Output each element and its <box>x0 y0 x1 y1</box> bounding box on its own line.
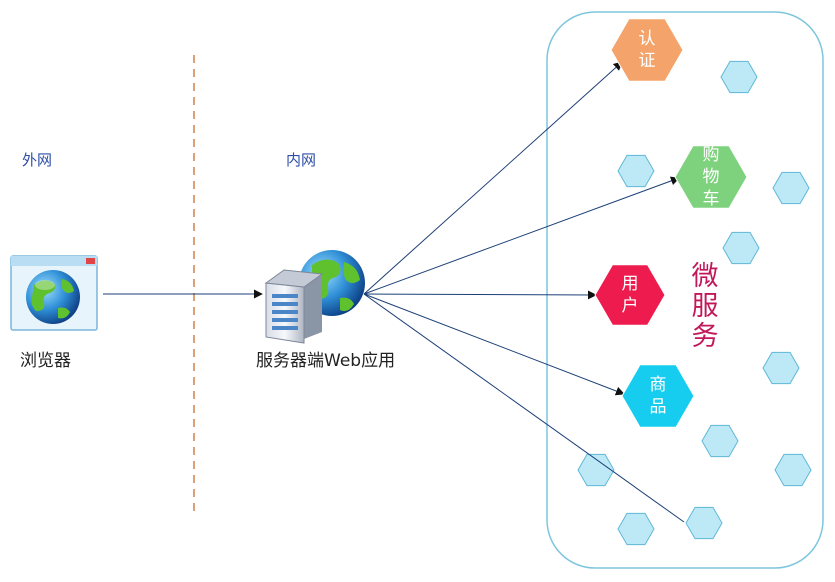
small-hexagon <box>774 453 812 487</box>
browser-icon <box>10 255 98 331</box>
zone-label-internal: 内网 <box>286 151 317 169</box>
arrow-server-to-user <box>363 290 597 300</box>
arrow-server-to-auth <box>363 61 623 295</box>
microservices-title: 微 服 务 <box>688 262 722 352</box>
service-label-char: 购 <box>703 145 720 165</box>
small-hexagon <box>617 512 655 546</box>
service-label-char: 户 <box>622 296 639 316</box>
microservices-title-char: 微 <box>691 261 719 292</box>
service-label-char: 证 <box>639 51 656 71</box>
service-label-char: 商 <box>650 375 667 395</box>
small-hexagon <box>701 424 739 458</box>
microservices-title-char: 服 <box>691 291 719 322</box>
small-hexagon <box>772 171 810 205</box>
arrow-server-to-goods <box>363 293 625 396</box>
small-hexagon <box>762 351 800 385</box>
service-node-cart: 购物车 <box>674 145 748 209</box>
small-hexagon <box>720 60 758 94</box>
service-label-char: 车 <box>703 189 720 209</box>
service-node-auth: 认证 <box>610 18 684 82</box>
microservices-title-char: 务 <box>691 321 719 352</box>
service-label-char: 物 <box>703 167 720 187</box>
service-node-goods: 商品 <box>621 364 695 428</box>
small-hexagon <box>617 154 655 188</box>
server-label: 服务器端Web应用 <box>256 351 396 371</box>
browser-label: 浏览器 <box>20 351 71 371</box>
server-icon <box>264 250 365 344</box>
service-node-user: 用户 <box>594 264 666 326</box>
zone-label-external: 外网 <box>22 151 53 169</box>
small-hexagon <box>685 506 723 540</box>
service-label-char: 品 <box>650 397 667 417</box>
service-label-char: 认 <box>639 29 656 49</box>
service-label-char: 用 <box>622 274 639 294</box>
small-hexagon <box>722 231 760 265</box>
